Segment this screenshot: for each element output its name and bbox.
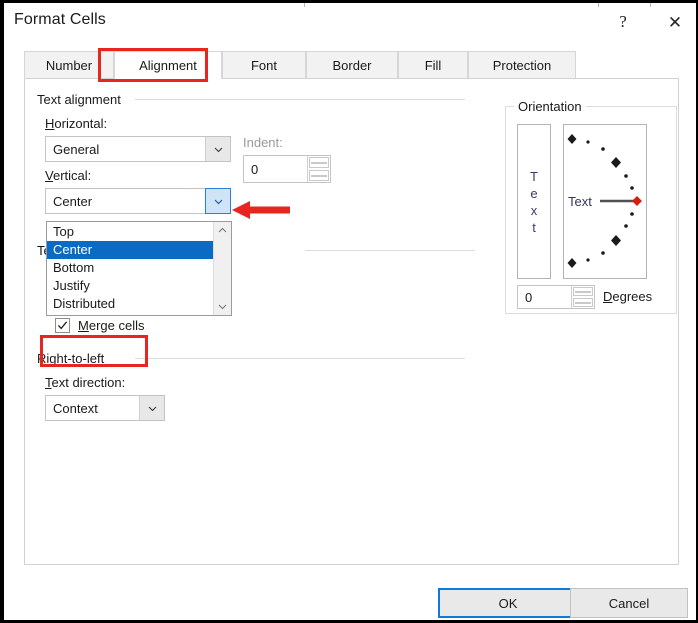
- degrees-value: 0: [525, 289, 533, 305]
- vertical-option-justify[interactable]: Justify: [47, 277, 213, 295]
- scroll-down-icon[interactable]: [214, 298, 231, 315]
- text-alignment-group-rule: [135, 99, 465, 100]
- orientation-group-label: Orientation: [514, 99, 586, 114]
- ok-button-label: OK: [498, 595, 518, 611]
- vertical-option-distributed[interactable]: Distributed: [47, 295, 213, 313]
- tab-font[interactable]: Font: [222, 51, 306, 79]
- vertical-dropdown-items: Top Center Bottom Justify Distributed: [47, 222, 213, 315]
- orientation-dial[interactable]: Text: [563, 124, 647, 279]
- triangle-down-icon: [311, 174, 327, 177]
- orientation-dial-text: Text: [568, 194, 592, 209]
- chevron-down-icon[interactable]: [205, 188, 231, 214]
- tab-label: Alignment: [139, 57, 197, 73]
- text-control-group-rule: [305, 250, 475, 251]
- tab-label: Number: [45, 57, 93, 73]
- tab-protection[interactable]: Protection: [468, 51, 576, 79]
- annotation-arrow-vertical-dropdown: [232, 199, 290, 221]
- text-direction-label: Text direction:: [45, 375, 126, 390]
- degrees-stepper-buttons[interactable]: [571, 286, 594, 308]
- window-chrome-notch: [650, 3, 651, 7]
- text-direction-label-rest: ext direction:: [51, 375, 126, 390]
- vertical-option-bottom[interactable]: Bottom: [47, 259, 213, 277]
- tab-fill[interactable]: Fill: [398, 51, 468, 79]
- scroll-up-icon[interactable]: [214, 222, 231, 239]
- window-chrome-notch: [304, 3, 305, 7]
- text-alignment-group-label: Text alignment: [33, 92, 125, 107]
- ok-button[interactable]: OK: [438, 588, 578, 618]
- triangle-down-icon: [575, 301, 591, 304]
- vertical-dropdown-scrollbar[interactable]: [213, 222, 231, 315]
- tab-label: Border: [332, 57, 372, 73]
- alignment-panel: Text alignment Horizontal: General Inden…: [24, 78, 679, 565]
- vertical-option-top[interactable]: Top: [47, 223, 213, 241]
- window-title: Format Cells: [14, 11, 106, 28]
- cancel-button-label: Cancel: [608, 595, 650, 611]
- checkmark-icon: [57, 321, 68, 330]
- question-mark-icon: ?: [619, 12, 627, 31]
- tab-label: Protection: [492, 57, 552, 73]
- merge-cells-checkbox-row[interactable]: Merge cells: [55, 318, 144, 333]
- degrees-label: Degrees: [603, 289, 653, 304]
- indent-increment-button[interactable]: [309, 157, 329, 168]
- chevron-down-icon[interactable]: [139, 396, 164, 420]
- horizontal-combobox[interactable]: General: [45, 136, 231, 162]
- triangle-up-icon: [575, 290, 591, 293]
- tab-alignment[interactable]: Alignment: [114, 51, 222, 79]
- degrees-label-rest: egrees: [612, 289, 653, 304]
- degrees-decrement-button[interactable]: [573, 298, 593, 307]
- orientation-group: Orientation T e x t Text 0 Degrees: [505, 99, 677, 314]
- orientation-dial-graphic: Text: [567, 134, 642, 268]
- tab-number[interactable]: Number: [24, 51, 114, 79]
- indent-decrement-button[interactable]: [309, 170, 329, 181]
- vertical-text-button[interactable]: T e x t: [517, 124, 551, 279]
- vertical-label: Vertical:: [45, 168, 92, 183]
- text-direction-value: Context: [53, 400, 98, 416]
- right-to-left-group-rule: [135, 358, 465, 359]
- close-icon: ✕: [667, 12, 683, 32]
- vertical-value: Center: [53, 193, 93, 209]
- triangle-up-icon: [311, 161, 327, 164]
- vertical-text-char: x: [530, 202, 538, 218]
- merge-cells-checkbox[interactable]: [55, 318, 70, 333]
- vertical-combobox[interactable]: Center: [45, 188, 231, 214]
- vertical-text-char: T: [530, 168, 538, 184]
- degrees-increment-button[interactable]: [573, 287, 593, 296]
- text-direction-combobox[interactable]: Context: [45, 395, 165, 421]
- merge-cells-label-rest: erge cells: [88, 318, 145, 333]
- right-to-left-group-label: Right-to-left: [33, 351, 109, 366]
- degrees-stepper[interactable]: 0: [517, 285, 595, 309]
- horizontal-label: Horizontal:: [45, 116, 108, 131]
- title-bar: Format Cells ? ✕: [4, 3, 696, 43]
- vertical-label-rest: ertical:: [52, 168, 92, 183]
- horizontal-label-rest: orizontal:: [54, 116, 108, 131]
- format-cells-dialog: Format Cells ? ✕ Number Alignment Font B…: [0, 0, 698, 623]
- close-button[interactable]: ✕: [652, 3, 698, 41]
- tab-strip: Number Alignment Font Border Fill Protec…: [24, 51, 679, 79]
- vertical-text-char: e: [530, 185, 538, 201]
- cancel-button[interactable]: Cancel: [570, 588, 688, 618]
- indent-stepper-buttons[interactable]: [307, 156, 330, 182]
- tab-label: Fill: [424, 57, 442, 73]
- merge-cells-label: Merge cells: [78, 318, 145, 333]
- vertical-option-center[interactable]: Center: [47, 241, 213, 259]
- chevron-down-icon[interactable]: [205, 137, 230, 161]
- tab-label: Font: [250, 57, 277, 73]
- indent-label: Indent:: [243, 135, 283, 150]
- indent-stepper[interactable]: 0: [243, 155, 331, 183]
- horizontal-value: General: [53, 141, 100, 157]
- tab-border[interactable]: Border: [306, 51, 398, 79]
- vertical-text-char: t: [532, 219, 536, 235]
- window-chrome-notch: [598, 3, 599, 7]
- help-button[interactable]: ?: [600, 3, 646, 41]
- indent-value: 0: [251, 161, 259, 177]
- vertical-dropdown-list[interactable]: Top Center Bottom Justify Distributed: [46, 221, 232, 316]
